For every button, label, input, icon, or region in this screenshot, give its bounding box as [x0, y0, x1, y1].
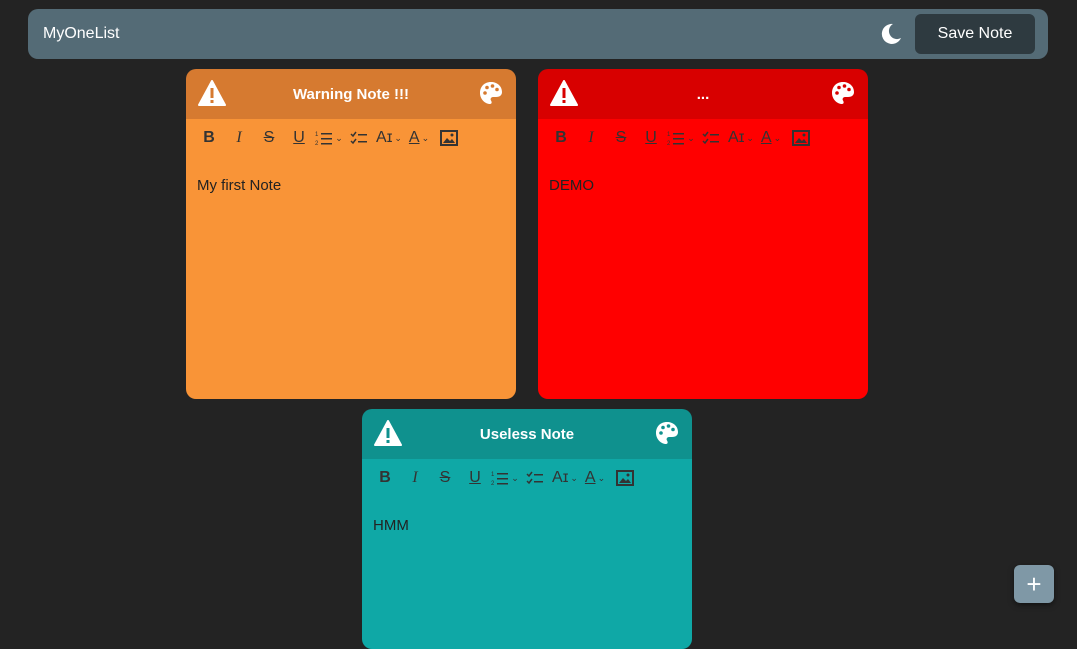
svg-text:1: 1	[491, 472, 495, 478]
font-color-icon[interactable]: A ⌄	[404, 125, 434, 151]
italic-icon[interactable]: I	[224, 125, 254, 151]
palette-icon[interactable]	[655, 421, 679, 445]
warning-icon[interactable]	[198, 80, 226, 106]
bold-icon[interactable]: B	[370, 465, 400, 491]
palette-icon[interactable]	[831, 81, 855, 105]
ordered-list-icon[interactable]: 1 2 ⌄	[666, 125, 696, 151]
checklist-icon[interactable]	[520, 465, 550, 491]
svg-text:2: 2	[315, 141, 319, 146]
note-body-area: B I S U 1 2 ⌄ Aɪ ⌄ A ⌄ HMM	[362, 459, 692, 649]
font-size-icon[interactable]: Aɪ ⌄	[374, 125, 404, 151]
image-icon[interactable]	[434, 125, 464, 151]
svg-text:1: 1	[667, 132, 671, 138]
note-card: ... B I S U 1 2 ⌄ Aɪ ⌄ A ⌄ DEMO	[538, 69, 868, 399]
note-card: Useless Note B I S U 1 2 ⌄ Aɪ ⌄ A ⌄ HMM	[362, 409, 692, 649]
note-title[interactable]: ...	[697, 86, 710, 103]
save-note-button[interactable]: Save Note	[915, 14, 1035, 54]
warning-icon[interactable]	[374, 420, 402, 446]
warning-icon[interactable]	[550, 80, 578, 106]
note-card: Warning Note !!! B I S U 1 2 ⌄ Aɪ ⌄ A ⌄ My f…	[186, 69, 516, 399]
svg-text:1: 1	[315, 132, 319, 138]
font-size-icon[interactable]: Aɪ ⌄	[550, 465, 580, 491]
app-title: MyOneList	[43, 25, 120, 42]
note-content[interactable]: DEMO	[538, 157, 868, 214]
checklist-icon[interactable]	[696, 125, 726, 151]
image-icon[interactable]	[786, 125, 816, 151]
note-content[interactable]: My first Note	[186, 157, 516, 214]
note-body-area: B I S U 1 2 ⌄ Aɪ ⌄ A ⌄ My first Note	[186, 119, 516, 399]
image-icon[interactable]	[610, 465, 640, 491]
strikethrough-icon[interactable]: S	[430, 465, 460, 491]
strikethrough-icon[interactable]: S	[254, 125, 284, 151]
font-color-icon[interactable]: A ⌄	[580, 465, 610, 491]
svg-text:2: 2	[667, 141, 671, 146]
bold-icon[interactable]: B	[546, 125, 576, 151]
checklist-icon[interactable]	[344, 125, 374, 151]
underline-icon[interactable]: U	[284, 125, 314, 151]
note-header: Warning Note !!!	[186, 69, 516, 119]
palette-icon[interactable]	[479, 81, 503, 105]
editor-toolbar: B I S U 1 2 ⌄ Aɪ ⌄ A ⌄	[538, 119, 868, 157]
ordered-list-icon[interactable]: 1 2 ⌄	[490, 465, 520, 491]
note-title[interactable]: Useless Note	[480, 426, 574, 443]
strikethrough-icon[interactable]: S	[606, 125, 636, 151]
note-title[interactable]: Warning Note !!!	[293, 86, 409, 103]
ordered-list-icon[interactable]: 1 2 ⌄	[314, 125, 344, 151]
moon-icon[interactable]	[879, 22, 903, 46]
note-body-area: B I S U 1 2 ⌄ Aɪ ⌄ A ⌄ DEMO	[538, 119, 868, 399]
font-size-icon[interactable]: Aɪ ⌄	[726, 125, 756, 151]
bold-icon[interactable]: B	[194, 125, 224, 151]
note-header: Useless Note	[362, 409, 692, 459]
add-note-button[interactable]: +	[1014, 565, 1054, 603]
font-color-icon[interactable]: A ⌄	[756, 125, 786, 151]
svg-text:2: 2	[491, 481, 495, 486]
note-header: ...	[538, 69, 868, 119]
top-navbar: MyOneList Save Note	[28, 9, 1048, 59]
editor-toolbar: B I S U 1 2 ⌄ Aɪ ⌄ A ⌄	[362, 459, 692, 497]
italic-icon[interactable]: I	[400, 465, 430, 491]
underline-icon[interactable]: U	[636, 125, 666, 151]
note-content[interactable]: HMM	[362, 497, 692, 554]
editor-toolbar: B I S U 1 2 ⌄ Aɪ ⌄ A ⌄	[186, 119, 516, 157]
underline-icon[interactable]: U	[460, 465, 490, 491]
italic-icon[interactable]: I	[576, 125, 606, 151]
